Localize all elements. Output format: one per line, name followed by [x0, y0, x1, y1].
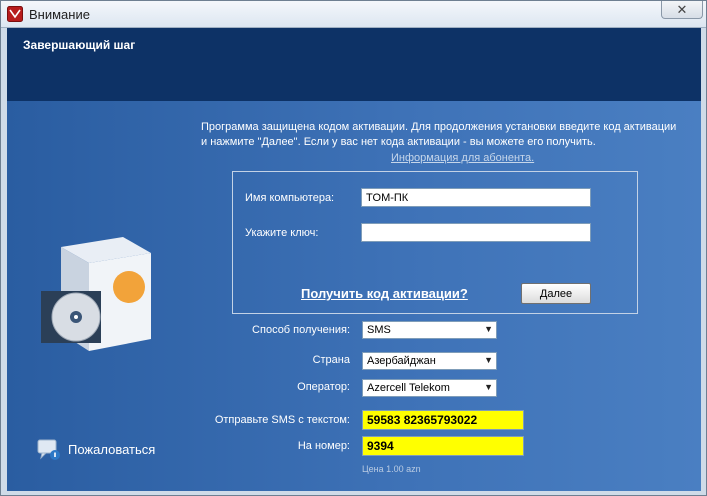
key-input[interactable] — [361, 223, 591, 242]
app-icon — [7, 6, 23, 22]
computer-name-label: Имя компьютера: — [245, 192, 335, 204]
number-label: На номер: — [297, 440, 350, 452]
price-text: Цена 1.00 azn — [362, 464, 421, 474]
method-value: SMS — [367, 324, 391, 336]
intro-text: Программа защищена кодом активации. Для … — [201, 121, 677, 148]
operator-select[interactable]: Azercell Telekom ▼ — [362, 379, 497, 397]
complain-icon — [37, 439, 60, 460]
activation-dialog: Внимание ✕ Завершающий шаг Программа защ… — [0, 0, 707, 496]
close-icon: ✕ — [676, 1, 688, 17]
subscriber-info-link[interactable]: Информация для абонента. — [391, 152, 534, 164]
software-box-icon — [41, 237, 151, 351]
window-title: Внимание — [29, 7, 90, 22]
method-label: Способ получения: — [252, 324, 350, 336]
chevron-down-icon: ▼ — [484, 355, 493, 365]
complain-label: Пожаловаться — [68, 442, 156, 457]
next-button[interactable]: Далее — [521, 283, 591, 304]
chevron-down-icon: ▼ — [484, 382, 493, 392]
sms-text-label: Отправьте SMS с текстом: — [214, 414, 350, 426]
method-select[interactable]: SMS ▼ — [362, 321, 497, 339]
operator-value: Azercell Telekom — [367, 382, 450, 394]
chevron-down-icon: ▼ — [484, 324, 493, 334]
activation-form: Имя компьютера: TOM-ПК Укажите ключ: Пол… — [232, 171, 638, 314]
country-select[interactable]: Азербайджан ▼ — [362, 352, 497, 370]
country-value: Азербайджан — [367, 355, 436, 367]
get-activation-code-link[interactable]: Получить код активации? — [301, 286, 468, 301]
key-label: Укажите ключ: — [245, 227, 319, 239]
sms-text-field[interactable]: 59583 82365793022 — [362, 410, 524, 430]
title-bar: Внимание ✕ — [1, 1, 706, 28]
number-field[interactable]: 9394 — [362, 436, 524, 456]
close-button[interactable]: ✕ — [661, 1, 703, 19]
header-band: Завершающий шаг — [7, 28, 701, 101]
country-label: Страна — [312, 354, 350, 366]
operator-label: Оператор: — [297, 381, 350, 393]
main-panel: Программа защищена кодом активации. Для … — [7, 101, 701, 491]
page-title: Завершающий шаг — [23, 38, 136, 52]
computer-name-input[interactable]: TOM-ПК — [361, 188, 591, 207]
